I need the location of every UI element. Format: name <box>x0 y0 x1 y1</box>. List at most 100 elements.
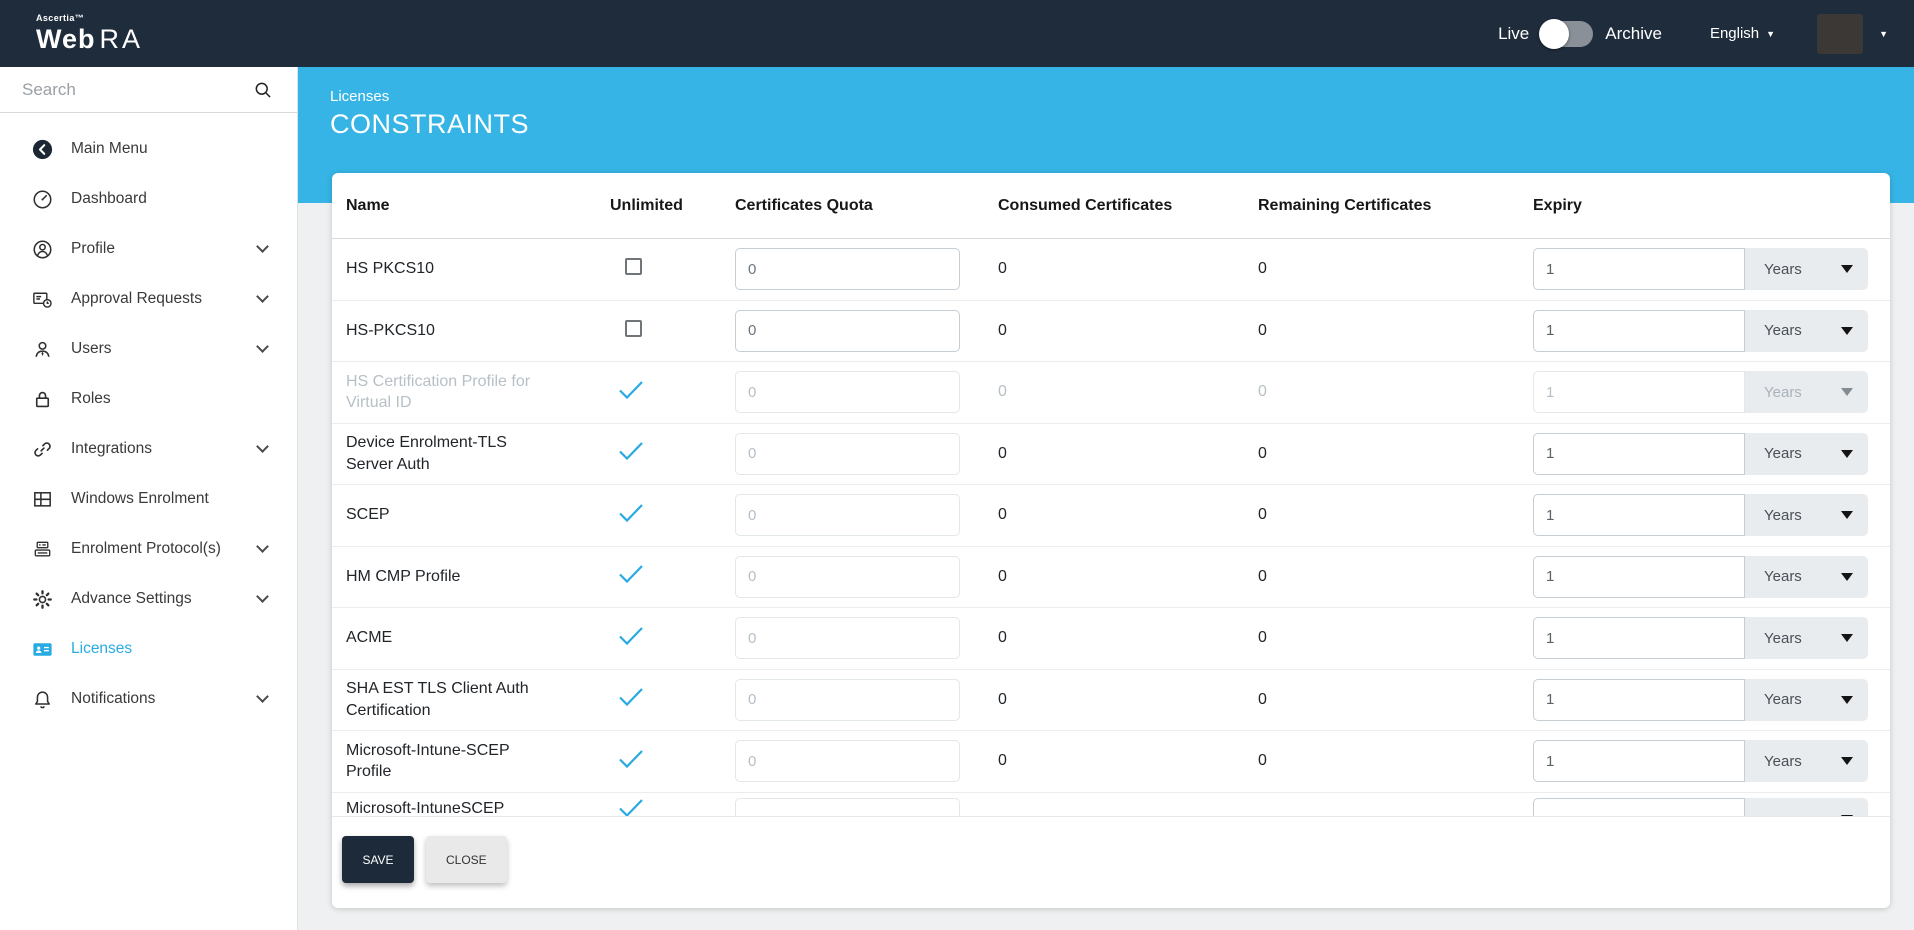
row-quota-cell <box>735 740 998 782</box>
caret-down-icon <box>1841 265 1853 273</box>
certificates-quota-input[interactable] <box>735 740 960 782</box>
certificates-quota-input[interactable] <box>735 248 960 290</box>
sidebar-item-profile[interactable]: Profile <box>0 224 297 274</box>
certificates-quota-input[interactable] <box>735 556 960 598</box>
table-body[interactable]: HS PKCS10 0 0 Years HS-PKCS10 <box>332 239 1890 817</box>
app-logo: Ascertia™ WebRA <box>36 14 143 53</box>
expiry-value-input[interactable] <box>1533 556 1745 598</box>
caret-down-icon <box>1841 696 1853 704</box>
row-unlimited-cell <box>610 320 735 342</box>
col-header-name: Name <box>346 197 610 215</box>
row-expiry-cell: Years <box>1533 310 1876 352</box>
enrolment-protocols-icon <box>30 537 54 561</box>
unlimited-checkbox[interactable] <box>625 320 642 337</box>
sidebar-item-licenses[interactable]: Licenses <box>0 624 297 674</box>
row-unlimited-cell <box>610 626 735 651</box>
expiry-value-input[interactable] <box>1533 798 1745 818</box>
table-row: Microsoft-Intune-SCEP Profile 0 0 Years <box>332 731 1890 793</box>
sidebar-item-windows-enrolment[interactable]: Windows Enrolment <box>0 474 297 524</box>
sidebar-item-notifications[interactable]: Notifications <box>0 674 297 724</box>
row-unlimited-cell <box>610 798 735 818</box>
table-row: HM CMP Profile 0 0 Years <box>332 547 1890 609</box>
language-dropdown[interactable]: English ▼ <box>1710 25 1775 42</box>
expiry-value-input[interactable] <box>1533 494 1745 536</box>
chevron-down-icon <box>256 340 269 353</box>
roles-icon <box>30 387 54 411</box>
row-remaining-value: 0 <box>1258 629 1533 647</box>
row-quota-cell <box>735 679 998 721</box>
certificates-quota-input[interactable] <box>735 371 960 413</box>
toggle-knob <box>1539 19 1569 49</box>
sidebar-item-roles[interactable]: Roles <box>0 374 297 424</box>
col-header-unlimited: Unlimited <box>610 197 735 215</box>
certificates-quota-input[interactable] <box>735 494 960 536</box>
row-remaining-value: 0 <box>1258 383 1533 401</box>
certificates-quota-input[interactable] <box>735 679 960 721</box>
caret-down-icon <box>1841 511 1853 519</box>
expiry-value-input[interactable] <box>1533 679 1745 721</box>
expiry-unit-select[interactable]: Years <box>1745 310 1868 352</box>
sidebar-item-main-menu[interactable]: Main Menu <box>0 124 297 174</box>
expiry-value-input[interactable] <box>1533 310 1745 352</box>
row-consumed-value: 0 <box>998 691 1258 709</box>
row-consumed-value: 0 <box>998 506 1258 524</box>
table-row: SHA EST TLS Client Auth Certification 0 … <box>332 670 1890 732</box>
expiry-unit-select[interactable]: Years <box>1745 740 1868 782</box>
expiry-unit-select[interactable]: Years <box>1745 371 1868 413</box>
row-consumed-value: 0 <box>998 445 1258 463</box>
expiry-value-input[interactable] <box>1533 617 1745 659</box>
expiry-unit-select[interactable]: Years <box>1745 248 1868 290</box>
search-icon[interactable] <box>253 80 273 100</box>
certificates-quota-input[interactable] <box>735 798 960 818</box>
brand-web: Web <box>36 24 96 54</box>
save-button[interactable]: SAVE <box>342 836 414 883</box>
expiry-value-input[interactable] <box>1533 740 1745 782</box>
row-expiry-cell: Years <box>1533 617 1876 659</box>
expiry-value-input[interactable] <box>1533 433 1745 475</box>
row-expiry-cell: Years <box>1533 248 1876 290</box>
chevron-down-icon <box>256 240 269 253</box>
sidebar-item-advance-settings[interactable]: Advance Settings <box>0 574 297 624</box>
expiry-unit-select[interactable]: Years <box>1745 679 1868 721</box>
table-row: Microsoft-IntuneSCEP <box>332 793 1890 818</box>
card-footer: SAVE CLOSE <box>342 836 507 883</box>
expiry-unit-select[interactable]: Years <box>1745 617 1868 659</box>
expiry-value-input[interactable] <box>1533 248 1745 290</box>
row-consumed-value: 0 <box>998 260 1258 278</box>
chevron-down-icon <box>256 540 269 553</box>
row-unlimited-cell <box>610 503 735 528</box>
expiry-unit-select[interactable]: Years <box>1745 494 1868 536</box>
windows-enrolment-icon <box>30 487 54 511</box>
certificates-quota-input[interactable] <box>735 433 960 475</box>
row-name: HS-PKCS10 <box>346 320 610 342</box>
sidebar-item-dashboard[interactable]: Dashboard <box>0 174 297 224</box>
certificates-quota-input[interactable] <box>735 617 960 659</box>
row-name: ACME <box>346 627 610 649</box>
approval-requests-icon <box>30 287 54 311</box>
row-remaining-value: 0 <box>1258 752 1533 770</box>
caret-down-icon <box>1841 450 1853 458</box>
sidebar-item-enrolment-protocols[interactable]: Enrolment Protocol(s) <box>0 524 297 574</box>
expiry-unit-select[interactable]: Years <box>1745 433 1868 475</box>
row-consumed-value: 0 <box>998 322 1258 340</box>
search-input[interactable] <box>22 80 253 100</box>
live-archive-toggle[interactable] <box>1541 21 1593 47</box>
sidebar-item-integrations[interactable]: Integrations <box>0 424 297 474</box>
archive-label: Archive <box>1605 24 1662 44</box>
table-row: HS PKCS10 0 0 Years <box>332 239 1890 301</box>
row-name: HS PKCS10 <box>346 258 610 280</box>
caret-down-icon <box>1841 815 1853 818</box>
expiry-unit-select[interactable] <box>1745 798 1868 818</box>
expiry-unit-select[interactable]: Years <box>1745 556 1868 598</box>
certificates-quota-input[interactable] <box>735 310 960 352</box>
advance-settings-icon <box>30 587 54 611</box>
unlimited-checkbox[interactable] <box>625 258 642 275</box>
avatar[interactable] <box>1817 14 1863 54</box>
caret-down-icon[interactable]: ▼ <box>1879 29 1888 39</box>
expiry-value-input[interactable] <box>1533 371 1745 413</box>
brand-ra: RA <box>100 24 144 54</box>
sidebar-item-approval-requests[interactable]: Approval Requests <box>0 274 297 324</box>
sidebar-item-users[interactable]: Users <box>0 324 297 374</box>
sidebar: Main Menu Dashboard Profile Approval Req… <box>0 67 298 930</box>
close-button[interactable]: CLOSE <box>426 836 507 883</box>
